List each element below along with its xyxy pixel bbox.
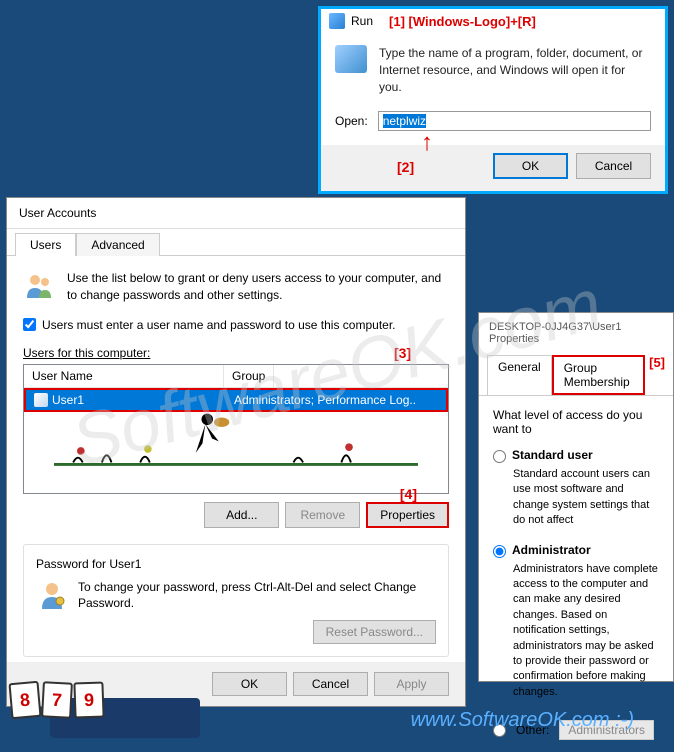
run-instruction: Type the name of a program, folder, docu… xyxy=(379,45,651,95)
properties-button[interactable]: Properties xyxy=(366,502,449,528)
ua-apply-button[interactable]: Apply xyxy=(374,672,449,696)
col-group[interactable]: Group xyxy=(224,365,274,387)
run-input[interactable]: netplwiz xyxy=(378,111,651,131)
password-text: To change your password, press Ctrl-Alt-… xyxy=(78,579,436,613)
run-open-label: Open: xyxy=(335,114,368,128)
props-content: What level of access do you want to Stan… xyxy=(479,395,673,752)
decorative-silhouette xyxy=(54,405,418,475)
add-button[interactable]: Add... xyxy=(204,502,279,528)
user-icon xyxy=(34,393,48,407)
annotation-5: [5] xyxy=(649,355,665,395)
password-icon xyxy=(36,579,68,611)
col-username[interactable]: User Name xyxy=(24,365,224,387)
user-properties-dialog: DESKTOP-0JJ4G37\User1 Properties General… xyxy=(478,312,674,682)
annotation-3: [3] xyxy=(394,345,411,361)
remove-button[interactable]: Remove xyxy=(285,502,360,528)
list-row-user1[interactable]: User1 Administrators; Performance Log.. xyxy=(24,388,448,412)
ua-ok-button[interactable]: OK xyxy=(212,672,287,696)
run-title: Run xyxy=(351,14,373,28)
tab-advanced[interactable]: Advanced xyxy=(76,233,159,256)
run-dialog: Run [1] [Windows-Logo]+[R] Type the name… xyxy=(318,6,668,194)
desc-admin: Administrators have complete access to t… xyxy=(513,562,659,701)
label-standard: Standard user xyxy=(512,448,593,462)
ua-cancel-button[interactable]: Cancel xyxy=(293,672,368,696)
user-accounts-dialog: User Accounts Users Advanced Use the lis… xyxy=(6,197,466,707)
footer-cards: 8 7 9 xyxy=(10,682,104,718)
users-list-label: Users for this computer: xyxy=(23,346,449,360)
run-program-icon xyxy=(335,45,367,73)
tab-group-membership[interactable]: Group Membership xyxy=(552,355,645,395)
ua-checkbox-row: Users must enter a user name and passwor… xyxy=(23,318,449,332)
run-ok-button[interactable]: OK xyxy=(493,153,568,179)
annotation-1: [1] [Windows-Logo]+[R] xyxy=(389,14,536,29)
reset-password-button[interactable]: Reset Password... xyxy=(313,620,436,644)
users-icon xyxy=(23,270,55,302)
footer-url: www.SoftwareOK.com :-) xyxy=(411,709,634,732)
ua-content: Use the list below to grant or deny user… xyxy=(7,255,465,671)
radio-admin[interactable] xyxy=(493,545,506,558)
password-body: To change your password, press Ctrl-Alt-… xyxy=(36,579,436,613)
cell-username: User1 xyxy=(52,393,84,407)
radio-standard[interactable] xyxy=(493,450,506,463)
run-title-bar: Run [1] [Windows-Logo]+[R] xyxy=(321,9,665,33)
ua-intro-text: Use the list below to grant or deny user… xyxy=(67,270,449,304)
require-password-checkbox[interactable] xyxy=(23,318,36,331)
checkbox-label: Users must enter a user name and passwor… xyxy=(42,318,396,332)
password-label: Password for User1 xyxy=(36,557,436,571)
list-buttons: Add... Remove Properties xyxy=(23,502,449,528)
arrow-icon: ↑ xyxy=(421,129,433,157)
label-admin: Administrator xyxy=(512,543,591,557)
desc-standard: Standard account users can use most soft… xyxy=(513,467,659,529)
annotation-2: [2] xyxy=(397,159,414,175)
ua-intro: Use the list below to grant or deny user… xyxy=(23,270,449,304)
card-8: 8 xyxy=(8,681,41,719)
users-list: [3] User Name Group User1 Administrators… xyxy=(23,364,449,494)
run-app-icon xyxy=(329,13,345,29)
run-body: Type the name of a program, folder, docu… xyxy=(321,33,665,107)
ua-title: User Accounts xyxy=(7,198,465,229)
props-title: DESKTOP-0JJ4G37\User1 Properties xyxy=(479,313,673,353)
list-header: User Name Group xyxy=(24,365,448,388)
run-buttons: OK Cancel xyxy=(321,145,665,191)
run-open-row: Open: netplwiz xyxy=(321,107,665,145)
cell-group: Administrators; Performance Log.. xyxy=(226,390,424,410)
card-7: 7 xyxy=(41,681,73,719)
run-cancel-button[interactable]: Cancel xyxy=(576,153,651,179)
access-question: What level of access do you want to xyxy=(493,408,659,436)
password-section: Password for User1 To change your passwo… xyxy=(23,544,449,658)
ua-tabs: Users Advanced xyxy=(7,229,465,256)
props-tabs: General Group Membership [5] xyxy=(479,353,673,395)
annotation-4: [4] xyxy=(400,486,417,502)
tab-general[interactable]: General xyxy=(487,355,552,395)
tab-users[interactable]: Users xyxy=(15,233,76,256)
card-9: 9 xyxy=(73,681,104,718)
